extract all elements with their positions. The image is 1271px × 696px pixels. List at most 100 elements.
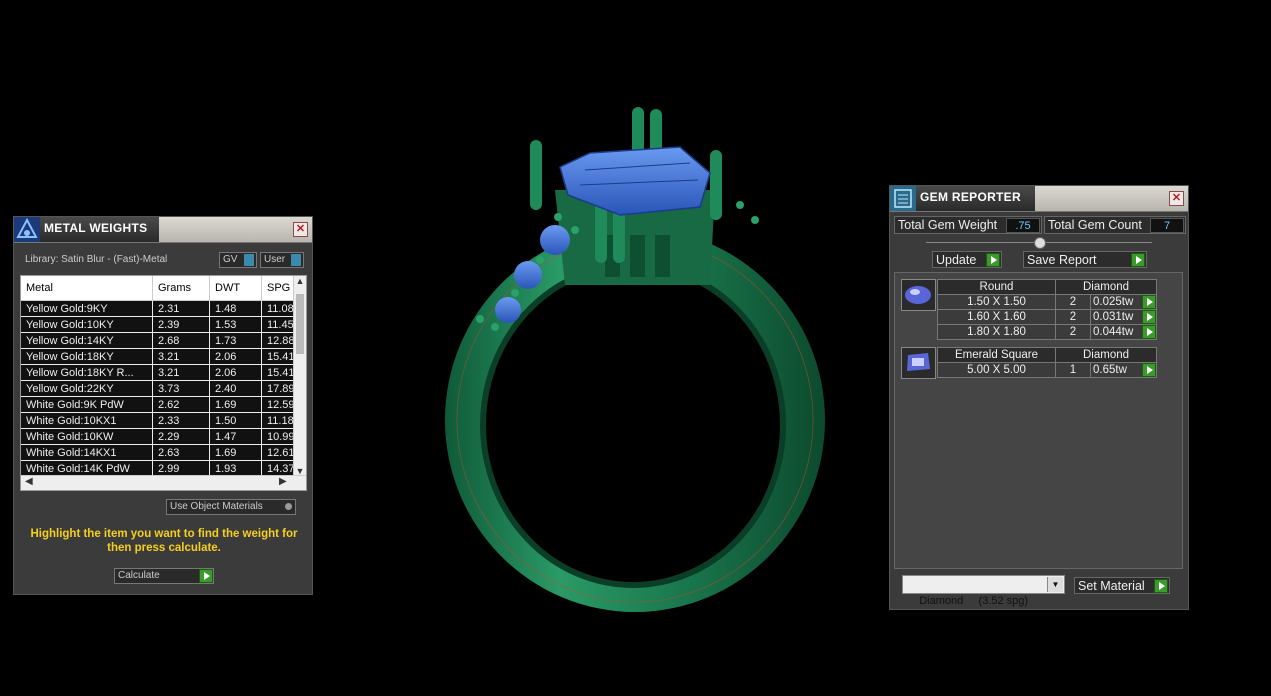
dwt-value: 1.53 [209,316,262,333]
table-row[interactable]: 5.00 X 5.00 1 0.65tw [937,362,1157,378]
gem-material-header: Diamond [1055,347,1157,363]
gem-count: 2 [1055,294,1091,310]
chevron-right-icon[interactable]: ▶ [279,476,287,487]
gv-toggle[interactable]: GV [219,252,257,268]
table-row[interactable]: Yellow Gold:9KY 2.31 1.48 11.08 [21,300,296,317]
table-row[interactable]: Yellow Gold:14KY 2.68 1.73 12.88 [21,332,296,349]
table-row[interactable]: White Gold:10KX1 2.33 1.50 11.18 [21,412,296,429]
round-gem-table[interactable]: Round Diamond 1.50 X 1.50 2 0.025tw 1.60 X … [937,279,1157,340]
play-icon[interactable] [1142,295,1156,309]
column-header[interactable]: Metal [21,276,153,301]
gem-list-area[interactable]: Round Diamond 1.50 X 1.50 2 0.025tw 1.60 X … [894,272,1183,569]
save-report-button[interactable]: Save Report [1023,251,1147,268]
grams-value: 2.33 [152,412,210,429]
metal-name: Yellow Gold:18KY R... [21,364,153,381]
spg-value: 15.41 [261,348,296,365]
column-header[interactable]: DWT [209,276,262,301]
chevron-up-icon[interactable]: ▲ [294,276,306,286]
table-row[interactable]: Yellow Gold:18KY R... 3.21 2.06 15.41 [21,364,296,381]
update-button[interactable]: Update [932,251,1002,268]
metal-weights-titlebar[interactable]: METAL WEIGHTS ✕ [14,217,312,243]
metal-table[interactable]: Metal Grams DWT SPG Yellow Gold:9KY 2.31 1… [20,275,307,491]
spg-value: 10.99 [261,428,296,445]
play-icon[interactable] [1142,325,1156,339]
info-icon [291,254,301,266]
table-row[interactable]: Yellow Gold:10KY 2.39 1.53 11.45 [21,316,296,333]
horizontal-scrollbar[interactable]: ◀ ▶ [21,475,306,490]
table-row[interactable]: White Gold:10KW 2.29 1.47 10.99 [21,428,296,445]
total-gem-count-value: 7 [1150,218,1184,233]
metal-name: White Gold:9K PdW [21,396,153,413]
play-icon [1131,253,1145,267]
hint-text: Highlight the item you want to find the … [30,528,298,554]
info-icon [244,254,254,266]
use-object-materials-toggle[interactable]: Use Object Materials [166,499,296,515]
table-row[interactable]: Yellow Gold:22KY 3.73 2.40 17.89 [21,380,296,397]
gem-size: 1.50 X 1.50 [937,294,1056,310]
set-material-button[interactable]: Set Material [1074,577,1170,594]
close-icon[interactable]: ✕ [293,222,308,237]
gem-weight: 0.044tw [1090,324,1157,340]
dwt-value: 1.48 [209,300,262,317]
spg-value: 12.61 [261,444,296,461]
vertical-scrollbar[interactable]: ▲ ▼ [293,276,306,476]
emerald-gem-table[interactable]: Emerald Square Diamond 5.00 X 5.00 1 0.65tw [937,347,1157,378]
dwt-value: 1.50 [209,412,262,429]
table-row[interactable]: White Gold:14KX1 2.63 1.69 12.61 [21,444,296,461]
metal-weights-panel: METAL WEIGHTS ✕ Library: Satin Blur - (F… [13,216,313,595]
metal-name: White Gold:10KX1 [21,412,153,429]
spg-value: 12.88 [261,332,296,349]
side-stone [540,225,570,255]
user-toggle[interactable]: User [260,252,304,268]
metal-name: White Gold:14KX1 [21,444,153,461]
table-row[interactable]: 1.50 X 1.50 2 0.025tw [937,294,1157,310]
table-row[interactable]: Yellow Gold:18KY 3.21 2.06 15.41 [21,348,296,365]
grams-value: 2.63 [152,444,210,461]
grams-value: 2.29 [152,428,210,445]
gem-size: 5.00 X 5.00 [937,362,1056,378]
spg-value: 11.45 [261,316,296,333]
metal-name: White Gold:10KW [21,428,153,445]
radio-icon [285,503,292,510]
column-header[interactable]: Grams [152,276,210,301]
dwt-value: 1.69 [209,396,262,413]
emerald-gem-icon [901,347,936,379]
dwt-value: 2.06 [209,364,262,381]
table-row[interactable]: White Gold:9K PdW 2.62 1.69 12.59 [21,396,296,413]
calculate-label: Calculate [118,570,160,581]
round-gem-icon [901,279,936,311]
dwt-value: 1.47 [209,428,262,445]
scroll-thumb[interactable] [296,294,304,354]
ring-3d-viewport[interactable] [380,95,880,625]
material-select[interactable]: Diamond (3.52 spg) ▼ [902,575,1065,607]
gem-size: 1.60 X 1.60 [937,309,1056,325]
user-label: User [264,254,286,265]
dwt-value: 2.06 [209,348,262,365]
close-icon[interactable]: ✕ [1169,191,1184,206]
play-icon[interactable] [1142,310,1156,324]
chevron-down-icon[interactable]: ▼ [1047,577,1063,592]
play-icon [199,569,213,583]
table-row[interactable]: 1.80 X 1.80 2 0.044tw [937,324,1157,340]
material-select-value: Diamond (3.52 spg) [919,595,1029,607]
calculate-button[interactable]: Calculate [114,568,214,584]
play-icon[interactable] [1142,363,1156,377]
metal-name: Yellow Gold:18KY [21,348,153,365]
spg-value: 17.89 [261,380,296,397]
grams-value: 2.39 [152,316,210,333]
slider-handle[interactable] [1034,237,1046,249]
gem-reporter-titlebar[interactable]: GEM REPORTER ✕ [890,186,1188,212]
gv-label: GV [223,254,238,265]
grams-value: 2.62 [152,396,210,413]
metal-weights-icon [14,217,40,242]
dwt-value: 2.40 [209,380,262,397]
side-stone [514,261,542,289]
set-material-label: Set Material [1078,579,1145,593]
chevron-left-icon[interactable]: ◀ [25,476,33,487]
table-row[interactable]: 1.60 X 1.60 2 0.031tw [937,309,1157,325]
column-header[interactable]: SPG [261,276,296,301]
gem-shape-header: Emerald Square [937,347,1056,363]
grams-value: 3.21 [152,364,210,381]
update-label: Update [936,253,977,267]
gem-count: 1 [1055,362,1091,378]
